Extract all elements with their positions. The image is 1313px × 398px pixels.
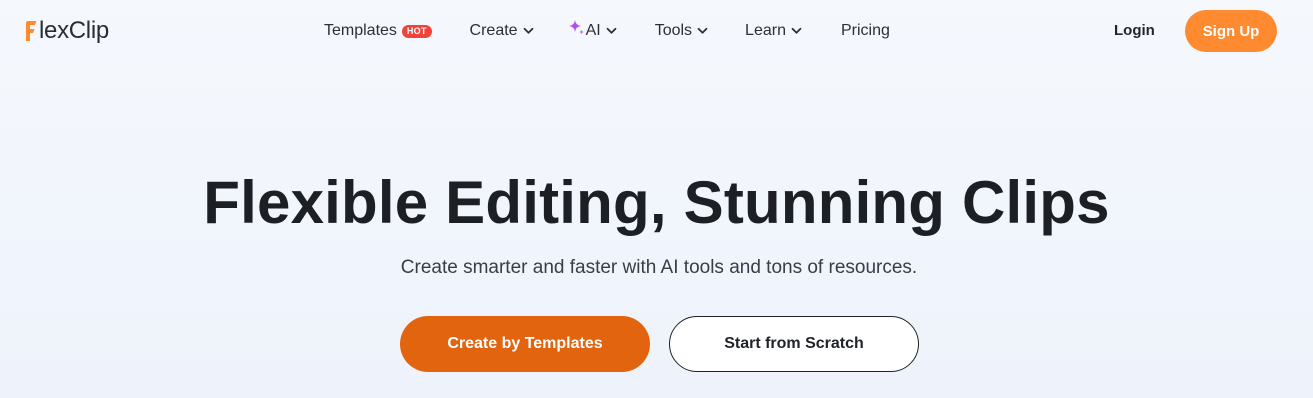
flexclip-logo-mark-icon (26, 21, 37, 41)
logo-wordmark: lexClip (39, 17, 109, 44)
site-header: lexClip Templates HOT Create AI Tools Le… (0, 0, 1313, 62)
chevron-down-icon (606, 27, 617, 34)
nav-pricing-label: Pricing (840, 22, 890, 39)
nav-learn[interactable]: Learn (745, 19, 802, 43)
login-link[interactable]: Login (1114, 20, 1155, 42)
chevron-down-icon (791, 27, 802, 34)
sparkle-icon (568, 19, 584, 34)
nav-ai[interactable]: AI (568, 19, 617, 43)
chevron-down-icon (697, 27, 708, 34)
nav-create-label: Create (469, 22, 518, 39)
nav-tools-label: Tools (654, 22, 693, 39)
nav-learn-label: Learn (745, 22, 786, 39)
nav-templates[interactable]: Templates HOT (324, 19, 432, 43)
create-by-templates-button[interactable]: Create by Templates (400, 316, 650, 372)
sign-up-button[interactable]: Sign Up (1185, 10, 1277, 52)
nav-create[interactable]: Create (470, 19, 534, 43)
nav-templates-label: Templates (324, 22, 397, 39)
chevron-down-icon (523, 27, 533, 34)
nav-pricing[interactable]: Pricing (841, 19, 890, 43)
hero-subtitle: Create smarter and faster with AI tools … (400, 257, 918, 278)
nav-ai-label: AI (585, 22, 601, 39)
nav-tools[interactable]: Tools (655, 19, 708, 43)
hero-title: Flexible Editing, Stunning Clips (203, 169, 1110, 236)
main-nav: Templates HOT Create AI Tools Learn Pric… (324, 19, 890, 43)
start-from-scratch-button[interactable]: Start from Scratch (669, 316, 919, 372)
flexclip-logo[interactable]: lexClip (24, 16, 109, 46)
hot-badge: HOT (401, 24, 432, 38)
